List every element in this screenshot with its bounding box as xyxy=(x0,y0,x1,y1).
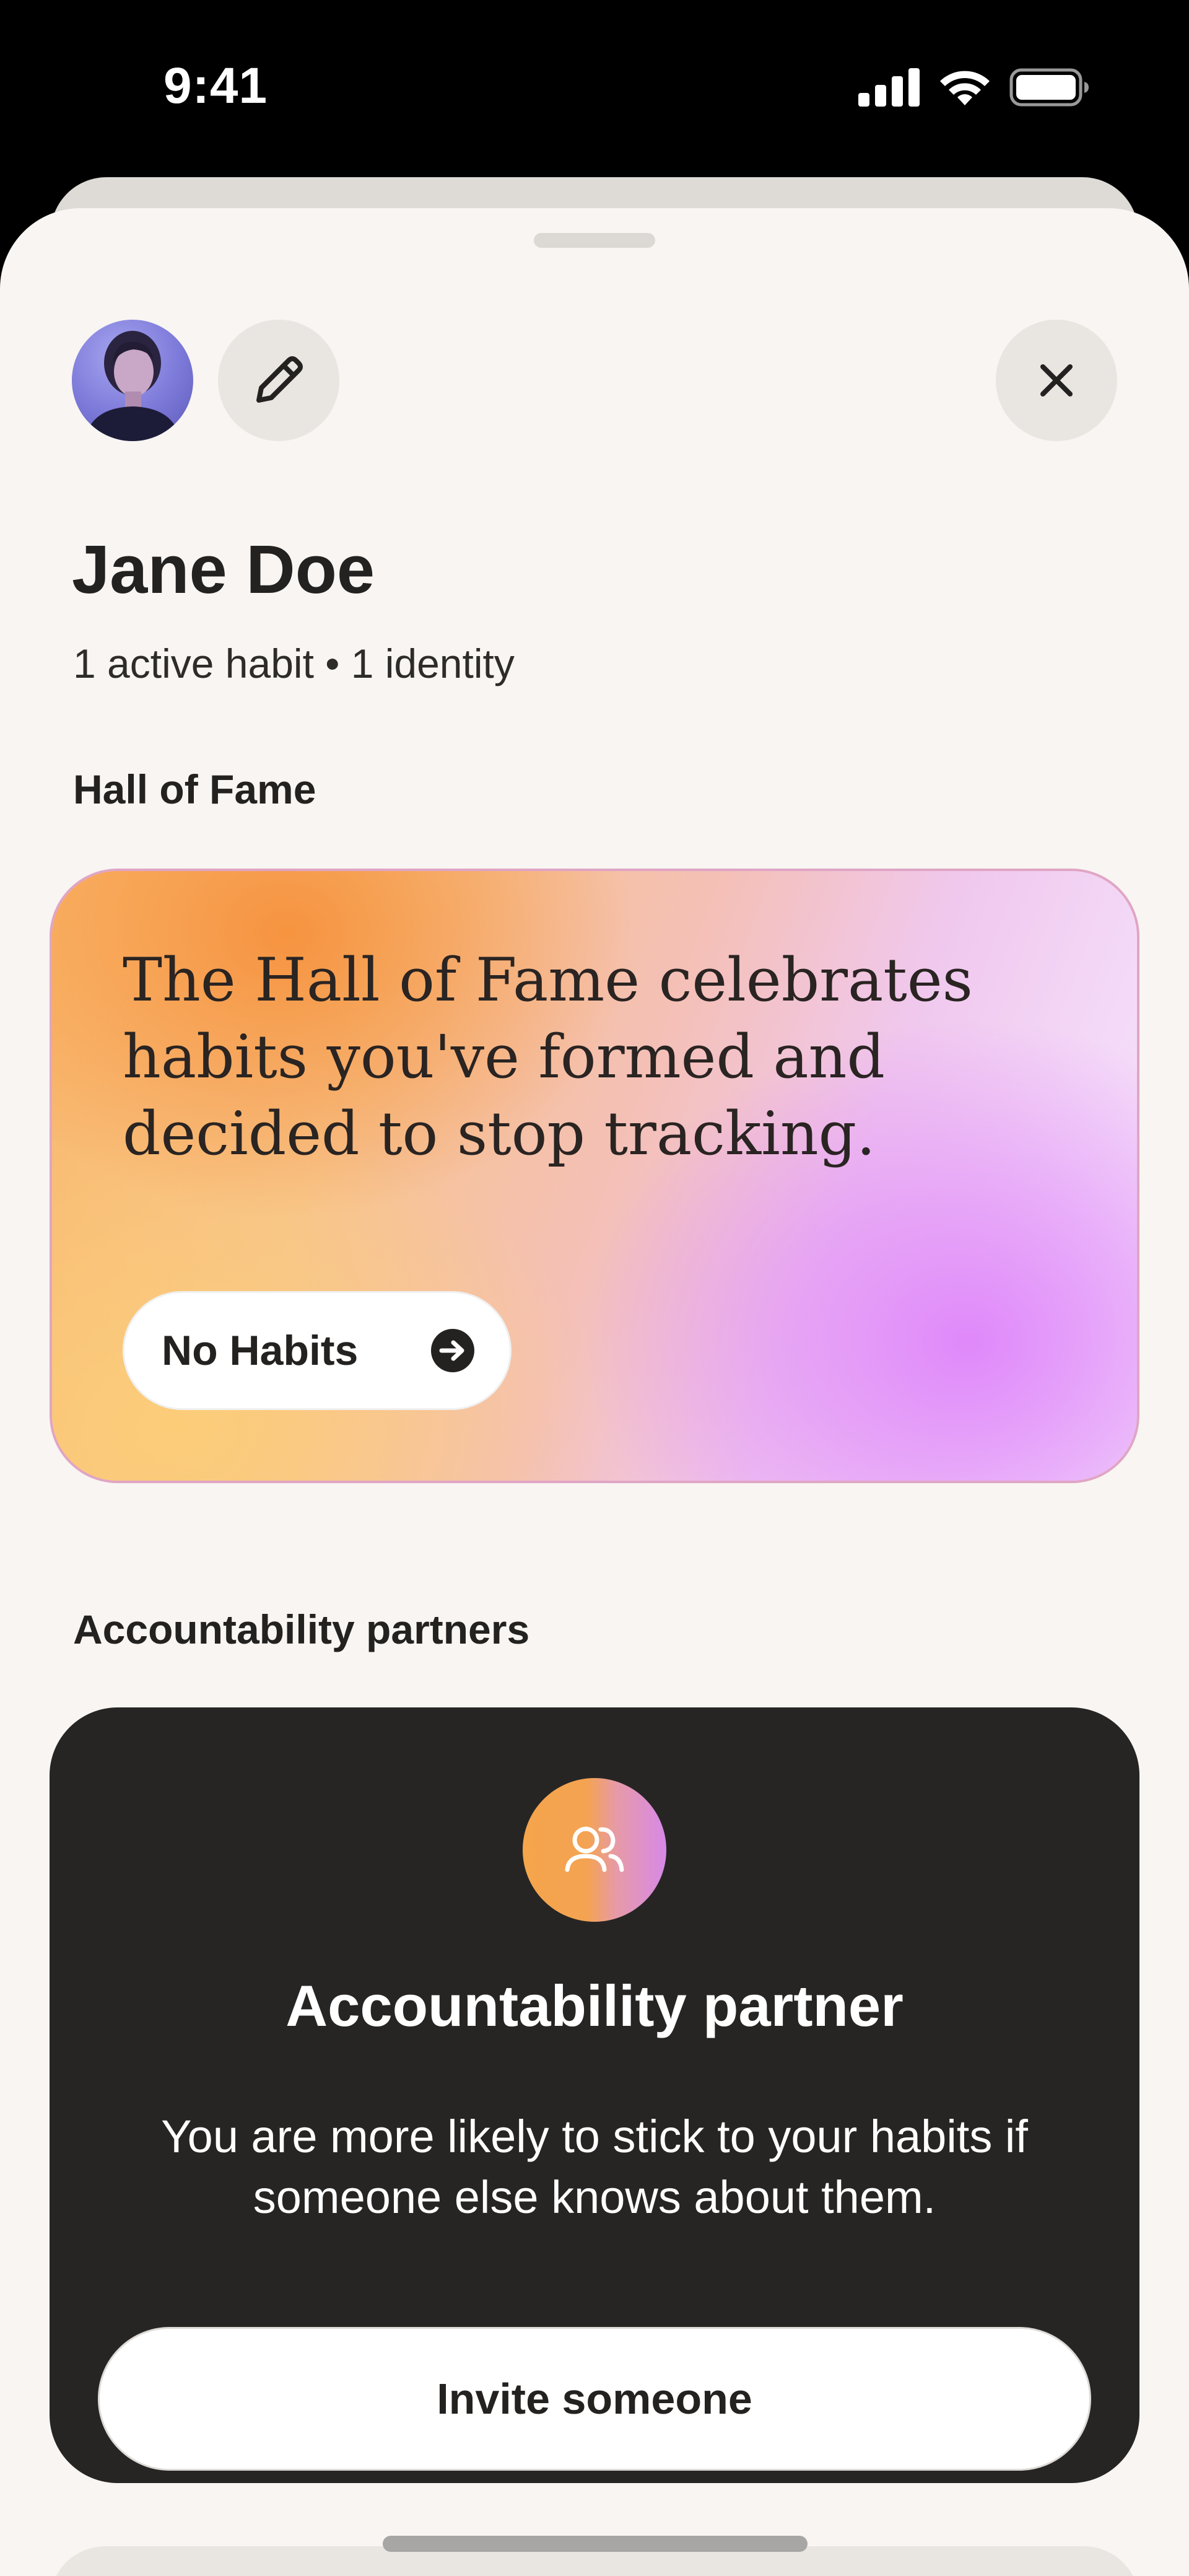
avatar[interactable] xyxy=(72,320,193,441)
avatar-portrait xyxy=(84,331,181,441)
sheet-grabber[interactable] xyxy=(534,233,655,248)
close-icon xyxy=(1040,364,1073,396)
screen: 9:41 Jane Doe 1 active habit • 1 identit… xyxy=(0,0,1189,2576)
hall-of-fame-card: The Hall of Fame celebrates habits you'v… xyxy=(50,869,1139,1483)
hall-of-fame-title: Hall of Fame xyxy=(73,766,316,812)
close-button[interactable] xyxy=(996,320,1117,441)
battery-icon xyxy=(1009,68,1089,107)
cellular-signal-icon xyxy=(858,68,920,107)
pencil-icon xyxy=(256,356,303,403)
arrow-right-circle-icon xyxy=(431,1329,474,1372)
accountability-card-title: Accountability partner xyxy=(285,1973,904,2038)
invite-someone-button[interactable]: Invite someone xyxy=(98,2327,1091,2471)
no-habits-button[interactable]: No Habits xyxy=(123,1291,512,1410)
accountability-section-title: Accountability partners xyxy=(73,1606,530,1652)
status-icons xyxy=(858,67,1090,108)
home-indicator[interactable] xyxy=(383,2536,808,2552)
status-time: 9:41 xyxy=(163,58,268,114)
accountability-card: Accountability partner You are more like… xyxy=(50,1707,1139,2483)
partners-badge xyxy=(523,1778,666,1922)
wifi-icon xyxy=(940,71,990,105)
accountability-card-body: You are more likely to stick to your hab… xyxy=(161,2111,1028,2223)
people-icon xyxy=(565,1826,624,1872)
profile-sheet: Jane Doe 1 active habit • 1 identity Hal… xyxy=(0,208,1189,2576)
profile-meta: 1 active habit • 1 identity xyxy=(73,641,515,686)
edit-profile-button[interactable] xyxy=(218,320,339,441)
no-habits-button-label: No Habits xyxy=(162,1327,359,1374)
profile-name: Jane Doe xyxy=(72,532,375,608)
hall-of-fame-description: The Hall of Fame celebrates habits you'v… xyxy=(123,945,973,1168)
